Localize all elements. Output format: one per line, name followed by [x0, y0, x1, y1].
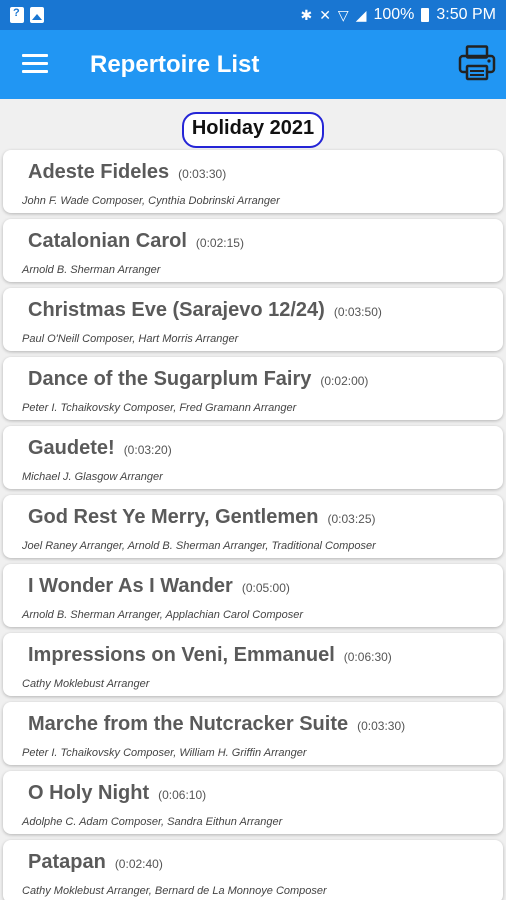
song-credits: Joel Raney Arranger, Arnold B. Sherman A…: [22, 540, 376, 552]
document-notification-icon: [10, 7, 24, 23]
song-title-row: Impressions on Veni, Emmanuel (0:06:30): [28, 644, 392, 667]
song-card[interactable]: O Holy Night (0:06:10) Adolphe C. Adam Com…: [3, 771, 503, 834]
song-title: God Rest Ye Merry, Gentlemen: [28, 506, 319, 528]
song-title: Gaudete!: [28, 437, 115, 459]
song-duration: (0:05:00): [241, 581, 290, 595]
app-bar: Repertoire List: [0, 30, 506, 99]
song-card[interactable]: Patapan (0:02:40) Cathy Moklebust Arranger…: [3, 840, 503, 900]
song-duration: (0:02:40): [114, 857, 163, 871]
song-card[interactable]: Marche from the Nutcracker Suite (0:03:30…: [3, 702, 503, 765]
battery-icon: [421, 8, 430, 22]
clock: 3:50 PM: [436, 6, 496, 23]
song-title-row: Christmas Eve (Sarajevo 12/24) (0:03:50): [28, 299, 382, 322]
song-card[interactable]: Dance of the Sugarplum Fairy (0:02:00) Pet…: [3, 357, 503, 420]
song-title: O Holy Night: [28, 782, 150, 804]
repertoire-content: Holiday 2021 Adeste Fideles (0:03:30) John…: [0, 99, 506, 900]
song-duration: (0:06:10): [158, 788, 207, 802]
song-title: Impressions on Veni, Emmanuel: [28, 644, 335, 666]
song-title-row: God Rest Ye Merry, Gentlemen (0:03:25): [28, 506, 376, 529]
song-title: Adeste Fideles: [28, 161, 170, 183]
bluetooth-icon: ✱: [300, 7, 313, 23]
song-duration: (0:02:00): [320, 374, 369, 388]
song-card[interactable]: God Rest Ye Merry, Gentlemen (0:03:25) Joe…: [3, 495, 503, 558]
print-icon[interactable]: [458, 45, 496, 81]
song-title-row: Patapan (0:02:40): [28, 851, 163, 874]
song-credits: Paul O'Neill Composer, Hart Morris Arran…: [22, 333, 239, 345]
song-credits: Arnold B. Sherman Arranger: [22, 264, 161, 276]
song-duration: (0:03:30): [178, 167, 227, 181]
song-credits: Peter I. Tchaikovsky Composer, William H…: [22, 747, 307, 759]
song-credits: Adolphe C. Adam Composer, Sandra Eithun …: [22, 816, 283, 828]
battery-percent: 100%: [373, 6, 415, 23]
song-title-row: Adeste Fideles (0:03:30): [28, 161, 226, 184]
song-title: Dance of the Sugarplum Fairy: [28, 368, 312, 390]
song-title-row: I Wonder As I Wander (0:05:00): [28, 575, 290, 598]
list-header: Holiday 2021: [0, 112, 506, 148]
song-card[interactable]: Catalonian Carol (0:02:15) Arnold B. Sherm…: [3, 219, 503, 282]
song-credits: Michael J. Glasgow Arranger: [22, 471, 163, 483]
song-card[interactable]: Impressions on Veni, Emmanuel (0:06:30) Ca…: [3, 633, 503, 696]
song-title: I Wonder As I Wander: [28, 575, 233, 597]
list-name-badge: Holiday 2021: [181, 112, 325, 148]
song-card[interactable]: Christmas Eve (Sarajevo 12/24) (0:03:50) P…: [3, 288, 503, 351]
song-credits: Peter I. Tchaikovsky Composer, Fred Gram…: [22, 402, 297, 414]
song-duration: (0:03:20): [123, 443, 172, 457]
song-list: Adeste Fideles (0:03:30) John F. Wade Comp…: [0, 150, 506, 900]
song-title: Christmas Eve (Sarajevo 12/24): [28, 299, 325, 321]
notification-icons: [10, 7, 44, 23]
song-title-row: Gaudete! (0:03:20): [28, 437, 172, 460]
song-credits: Cathy Moklebust Arranger, Bernard de La …: [22, 885, 327, 897]
song-card[interactable]: I Wonder As I Wander (0:05:00) Arnold B. S…: [3, 564, 503, 627]
song-credits: Arnold B. Sherman Arranger, Applachian C…: [22, 609, 304, 621]
mute-icon: ✕: [319, 7, 331, 23]
signal-icon: ◢: [355, 7, 367, 23]
song-duration: (0:02:15): [195, 236, 244, 250]
song-credits: John F. Wade Composer, Cynthia Dobrinski…: [22, 195, 280, 207]
song-duration: (0:06:30): [343, 650, 392, 664]
song-credits: Cathy Moklebust Arranger: [22, 678, 150, 690]
song-duration: (0:03:25): [327, 512, 376, 526]
song-duration: (0:03:30): [357, 719, 406, 733]
wifi-icon: ▽: [337, 7, 349, 23]
song-title: Patapan: [28, 851, 106, 873]
song-title-row: Marche from the Nutcracker Suite (0:03:30…: [28, 713, 405, 736]
song-duration: (0:03:50): [333, 305, 382, 319]
song-card[interactable]: Adeste Fideles (0:03:30) John F. Wade Comp…: [3, 150, 503, 213]
song-title: Marche from the Nutcracker Suite: [28, 713, 349, 735]
system-indicators: ✱ ✕ ▽ ◢ 100% 3:50 PM: [300, 6, 496, 24]
song-title-row: O Holy Night (0:06:10): [28, 782, 206, 805]
song-title-row: Catalonian Carol (0:02:15): [28, 230, 244, 253]
status-bar: ✱ ✕ ▽ ◢ 100% 3:50 PM: [0, 0, 506, 30]
song-title-row: Dance of the Sugarplum Fairy (0:02:00): [28, 368, 368, 391]
song-card[interactable]: Gaudete! (0:03:20) Michael J. Glasgow Arra…: [3, 426, 503, 489]
song-title: Catalonian Carol: [28, 230, 187, 252]
hamburger-menu-icon[interactable]: [22, 54, 48, 74]
page-title: Repertoire List: [90, 51, 260, 78]
image-notification-icon: [30, 7, 44, 23]
